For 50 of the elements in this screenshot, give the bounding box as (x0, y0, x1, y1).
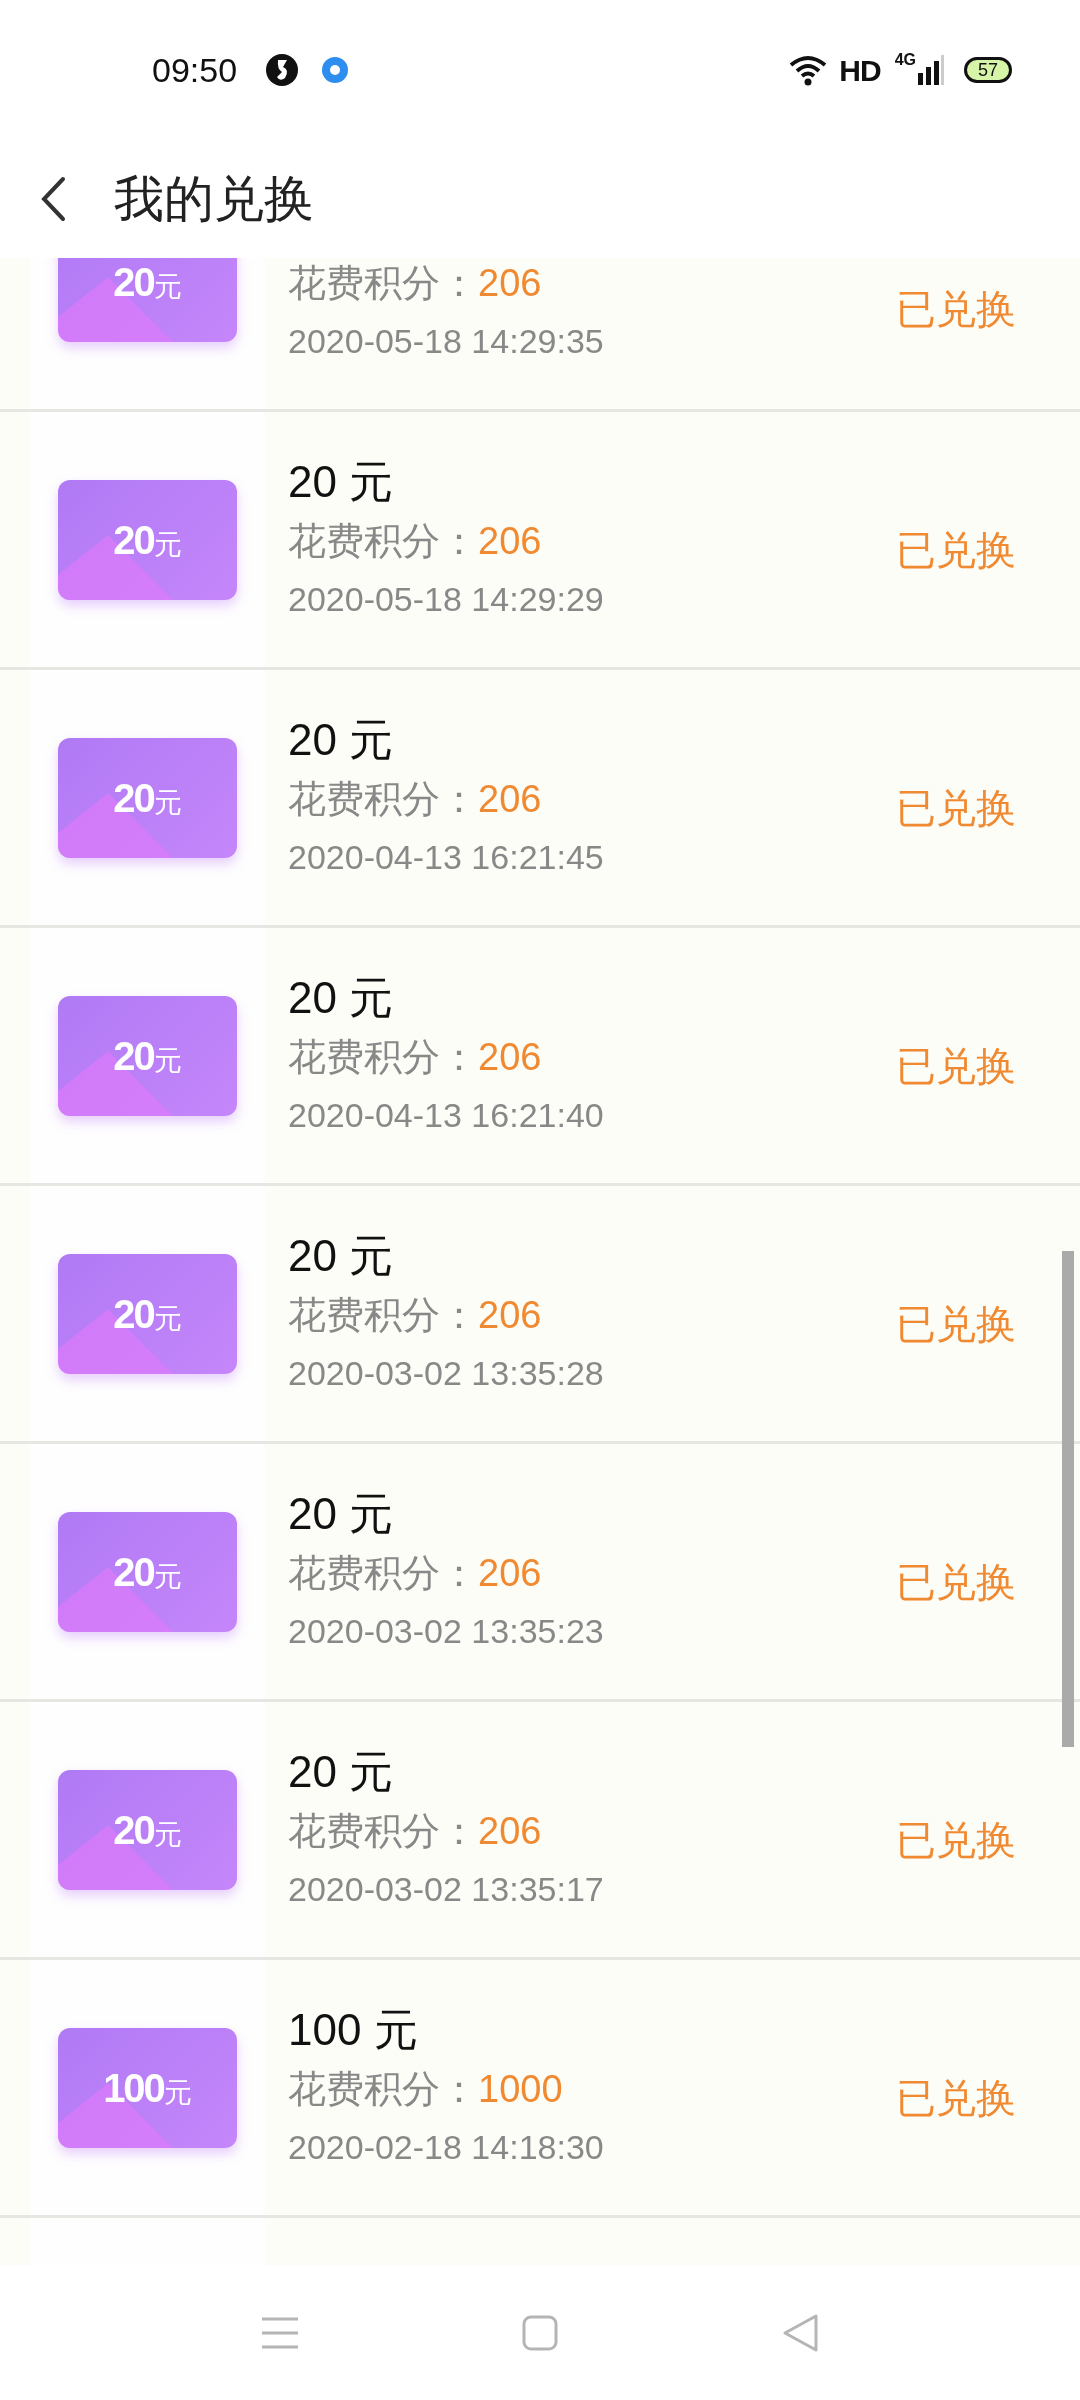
voucher-label: 100元 (103, 2064, 192, 2112)
page-title: 我的兑换 (114, 169, 314, 229)
status-label: 已兑换 (896, 1558, 1016, 1606)
signal-type-label: 4G (894, 50, 916, 70)
item-title: 100 元 (288, 2004, 419, 2056)
points-text: 花费积分：206 (288, 1551, 543, 1596)
points-text: 花费积分：206 (288, 261, 543, 306)
status-label: 已兑换 (896, 784, 1016, 832)
item-title: 20 元 (288, 1230, 395, 1282)
exchange-date: 2020-03-02 13:35:23 (288, 1611, 605, 1652)
points-text: 花费积分：206 (288, 777, 543, 822)
voucher-label: 20元 (113, 1290, 182, 1338)
voucher-label: 20元 (113, 516, 182, 564)
exchange-date: 2020-05-18 14:29:35 (288, 321, 605, 362)
app-notification-icon (321, 56, 350, 84)
back-nav-icon[interactable] (782, 2312, 818, 2353)
item-title: 20 元 (288, 1488, 395, 1540)
points-text: 花费积分：206 (288, 1809, 543, 1854)
item-title: 20 元 (288, 972, 395, 1024)
status-label: 已兑换 (896, 1300, 1016, 1348)
item-title: 20 元 (288, 714, 395, 766)
points-text: 花费积分：1000 (288, 2067, 564, 2112)
network-type-label: HD (839, 52, 881, 89)
status-label: 已兑换 (896, 1816, 1016, 1864)
voucher-label: 20元 (113, 258, 182, 306)
points-text: 花费积分：206 (288, 519, 543, 564)
back-icon[interactable] (40, 176, 66, 222)
exchange-date: 2020-04-13 16:21:40 (288, 1095, 605, 1136)
status-label: 已兑换 (896, 286, 1016, 333)
exchange-date: 2020-04-13 16:21:45 (288, 837, 605, 878)
item-title: 20 元 (288, 1746, 395, 1798)
exchange-date: 2020-02-18 14:18:30 (288, 2127, 605, 2168)
points-text: 花费积分：206 (288, 1035, 543, 1080)
voucher-label: 20元 (113, 1032, 182, 1080)
voucher-label: 20元 (113, 774, 182, 822)
battery-indicator: 57 (964, 57, 1012, 83)
exchange-date: 2020-03-02 13:35:17 (288, 1869, 605, 1910)
status-label: 已兑换 (896, 1042, 1016, 1090)
app-notification-icon (265, 53, 300, 87)
status-label: 已兑换 (896, 526, 1016, 574)
points-text: 花费积分：206 (288, 1293, 543, 1338)
home-icon[interactable] (522, 2314, 558, 2351)
exchange-date: 2020-05-18 14:29:29 (288, 579, 605, 620)
signal-icon (918, 55, 944, 85)
exchange-date: 2020-03-02 13:35:28 (288, 1353, 605, 1394)
status-time: 09:50 (152, 49, 238, 91)
voucher-label: 20元 (113, 1548, 182, 1596)
status-label: 已兑换 (896, 2074, 1016, 2122)
item-title: 20 元 (288, 456, 395, 508)
voucher-label: 20元 (113, 1806, 182, 1854)
